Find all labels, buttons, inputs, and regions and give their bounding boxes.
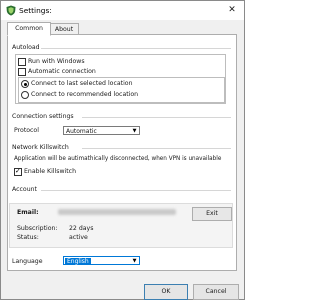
automatic-connection-label[interactable]: Automatic connection <box>28 68 96 75</box>
chevron-down-icon: ▼ <box>132 258 137 264</box>
status-value: active <box>69 234 88 241</box>
section-divider <box>82 148 231 149</box>
killswitch-heading: Network Killswitch <box>12 144 69 151</box>
email-value-redacted <box>58 209 176 215</box>
close-icon: ✕ <box>228 5 236 15</box>
subscription-value: 22 days <box>69 225 94 232</box>
chevron-down-icon: ▼ <box>132 128 137 134</box>
tab-common[interactable]: Common <box>7 22 51 36</box>
protocol-select[interactable]: Automatic ▼ <box>63 126 140 135</box>
cancel-button[interactable]: Cancel <box>193 284 239 300</box>
account-heading: Account <box>12 186 37 193</box>
connect-recommended-location-radio[interactable] <box>21 91 29 99</box>
language-label: Language <box>12 258 43 265</box>
settings-window: Settings: ✕ Common About Autoload Run wi… <box>0 0 245 300</box>
window-title: Settings: <box>19 6 52 15</box>
status-label: Status: <box>17 234 39 241</box>
connect-last-location-label[interactable]: Connect to last selected location <box>31 80 133 87</box>
enable-killswitch-checkbox[interactable] <box>14 167 22 176</box>
language-value: English <box>65 258 91 265</box>
section-divider <box>41 190 231 191</box>
section-divider <box>41 48 231 49</box>
connection-settings-heading: Connection settings <box>12 113 74 120</box>
run-with-windows-label[interactable]: Run with Windows <box>28 58 85 65</box>
close-button[interactable]: ✕ <box>226 4 238 16</box>
enable-killswitch-label[interactable]: Enable Killswitch <box>24 168 76 175</box>
ok-button[interactable]: OK <box>144 284 188 300</box>
email-label: Email: <box>17 209 39 216</box>
protocol-label: Protocol <box>14 127 39 134</box>
connect-last-location-radio[interactable] <box>21 80 29 88</box>
protocol-value: Automatic <box>66 128 97 135</box>
subscription-label: Subscription: <box>17 225 58 232</box>
autoload-heading: Autoload <box>12 44 40 51</box>
exit-button[interactable]: Exit <box>192 207 232 221</box>
connect-recommended-location-label[interactable]: Connect to recommended location <box>31 91 138 98</box>
language-select[interactable]: English ▼ <box>63 256 140 265</box>
automatic-connection-checkbox[interactable] <box>18 68 26 76</box>
killswitch-description: Application will be autimathically disco… <box>14 156 222 162</box>
shield-app-icon <box>6 5 16 16</box>
title-bar[interactable]: Settings: ✕ <box>1 1 244 20</box>
section-divider <box>82 117 231 118</box>
run-with-windows-checkbox[interactable] <box>18 58 26 66</box>
